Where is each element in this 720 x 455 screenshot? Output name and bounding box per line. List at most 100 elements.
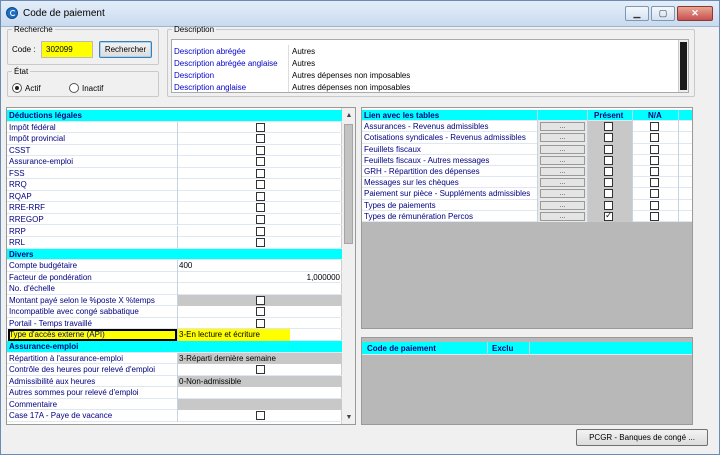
property-row[interactable]: RREGOP [7,213,342,226]
close-icon[interactable]: ✕ [677,6,713,21]
present-checkbox[interactable] [604,167,613,176]
property-row[interactable]: Contrôle des heures pour relevé d'emploi [7,364,342,376]
property-row[interactable]: RQAP [7,190,342,203]
rechercher-button[interactable]: Rechercher [99,41,152,58]
na-checkbox[interactable] [650,167,659,176]
column-divider [177,167,178,180]
open-table-button[interactable]: ... [540,155,585,165]
inactif-radio[interactable]: Inactif [69,83,103,93]
property-row[interactable]: Portail - Temps travaillé [7,317,342,330]
property-row[interactable]: Commentaire [7,398,342,411]
property-row[interactable]: RRP [7,225,342,238]
property-row[interactable]: Compte budgétaire 400 [7,260,342,272]
checkbox[interactable] [256,411,265,421]
na-checkbox[interactable] [650,122,659,132]
property-row[interactable]: RRQ [7,179,342,191]
present-checkbox[interactable] [604,155,613,165]
property-row[interactable]: Montant payé selon le %poste X %temps [7,294,342,307]
description-scrollbar[interactable] [678,40,688,92]
description-row[interactable]: Description anglaise Autres dépenses non… [172,81,688,92]
checkbox[interactable] [256,295,265,305]
open-table-button[interactable]: ... [540,122,585,132]
property-row[interactable]: Case 17A - Paye de vacance [7,410,342,422]
na-checkbox[interactable] [650,144,659,154]
checkbox[interactable] [256,180,265,190]
actif-radio[interactable]: Actif [12,83,41,93]
open-table-button[interactable]: ... [540,211,585,221]
checkbox[interactable] [256,214,265,224]
property-row[interactable]: No. d'échelle [7,283,342,295]
na-checkbox[interactable] [650,200,659,210]
scroll-thumb[interactable] [344,124,353,244]
property-value[interactable]: 400 [179,261,192,270]
open-table-button[interactable]: ... [540,178,585,188]
property-row[interactable]: Incompatible avec congé sabbatique [7,306,342,318]
open-table-button[interactable]: ... [540,200,585,210]
link-row[interactable]: GRH - Répartition des dépenses... [362,166,692,178]
open-table-button[interactable]: ... [540,189,585,199]
property-row[interactable]: Impôt provincial [7,133,342,145]
na-checkbox[interactable] [650,178,659,188]
present-checkbox[interactable] [604,189,613,199]
checkbox[interactable] [256,318,265,328]
maximize-icon[interactable]: ▢ [651,6,675,21]
property-row[interactable]: Facteur de pondération 1,000000 [7,271,342,284]
present-checkbox[interactable] [604,144,613,154]
checkbox[interactable] [256,134,265,144]
link-row[interactable]: Messages sur les chèques... [362,177,692,189]
checkbox[interactable] [256,145,265,155]
property-row[interactable]: Admissibilité aux heures 0-Non-admissible [7,375,342,388]
open-table-button[interactable]: ... [540,133,585,143]
desc-key: Description abrégée anglaise [174,59,278,68]
link-row[interactable]: Assurances - Revenus admissibles... [362,121,692,133]
open-table-button[interactable]: ... [540,144,585,154]
na-checkbox[interactable] [650,189,659,199]
checkbox[interactable] [256,226,265,236]
description-row[interactable]: Description abrégée Autres [172,45,688,57]
property-row[interactable]: 3-En lecture et écriture Type d'accès ext… [7,329,342,341]
column-divider [537,132,538,144]
checkbox[interactable] [256,238,265,248]
code-input[interactable]: 302099 [41,41,93,58]
checkbox[interactable] [256,168,265,178]
property-row[interactable]: RRE-RRF [7,202,342,214]
property-row[interactable]: FSS [7,167,342,180]
description-row[interactable]: Description abrégée anglaise Autres [172,57,688,69]
present-checkbox[interactable] [604,178,613,188]
present-checkbox[interactable] [604,210,613,221]
checkbox[interactable] [256,191,265,201]
checkbox[interactable] [256,365,265,375]
na-checkbox[interactable] [650,211,659,221]
present-checkbox[interactable] [604,122,613,132]
scroll-down-icon[interactable]: ▼ [342,410,355,424]
properties-scrollbar[interactable]: ▲ ▼ [341,108,355,424]
link-row[interactable]: Types de paiements... [362,199,692,211]
property-row[interactable]: Répartition à l'assurance-emploi 3-Répart… [7,352,342,365]
property-row[interactable]: CSST [7,144,342,157]
na-checkbox[interactable] [650,133,659,143]
link-row[interactable]: Feuillets fiscaux... [362,143,692,155]
checkbox[interactable] [256,122,265,132]
na-checkbox[interactable] [650,155,659,165]
property-value[interactable]: 1,000000 [307,273,340,282]
link-row[interactable]: Cotisations syndicales - Revenus admissi… [362,132,692,144]
checkbox[interactable] [256,203,265,213]
property-label: Admissibilité aux heures [9,376,96,386]
checkbox[interactable] [256,157,265,167]
property-row[interactable]: Impôt fédéral [7,121,342,134]
present-checkbox[interactable] [604,200,613,210]
checkbox[interactable] [256,307,265,317]
scroll-up-icon[interactable]: ▲ [342,108,355,122]
open-table-button[interactable]: ... [540,167,585,176]
description-row[interactable]: Description Autres dépenses non imposabl… [172,69,688,81]
pcgr-banques-button[interactable]: PCGR - Banques de congé ... [576,429,708,446]
link-row[interactable]: Paiement sur pièce - Suppléments admissi… [362,188,692,200]
column-divider [177,410,178,422]
link-row[interactable]: Types de rémunération Percos... [362,210,692,222]
property-row[interactable]: Assurance-emploi [7,156,342,168]
property-row[interactable]: RRL [7,237,342,249]
present-checkbox[interactable] [604,133,613,143]
property-row[interactable]: Autres sommes pour relevé d'emploi [7,387,342,399]
link-row[interactable]: Feuillets fiscaux - Autres messages... [362,154,692,166]
minimize-icon[interactable]: ▁ [625,6,649,21]
